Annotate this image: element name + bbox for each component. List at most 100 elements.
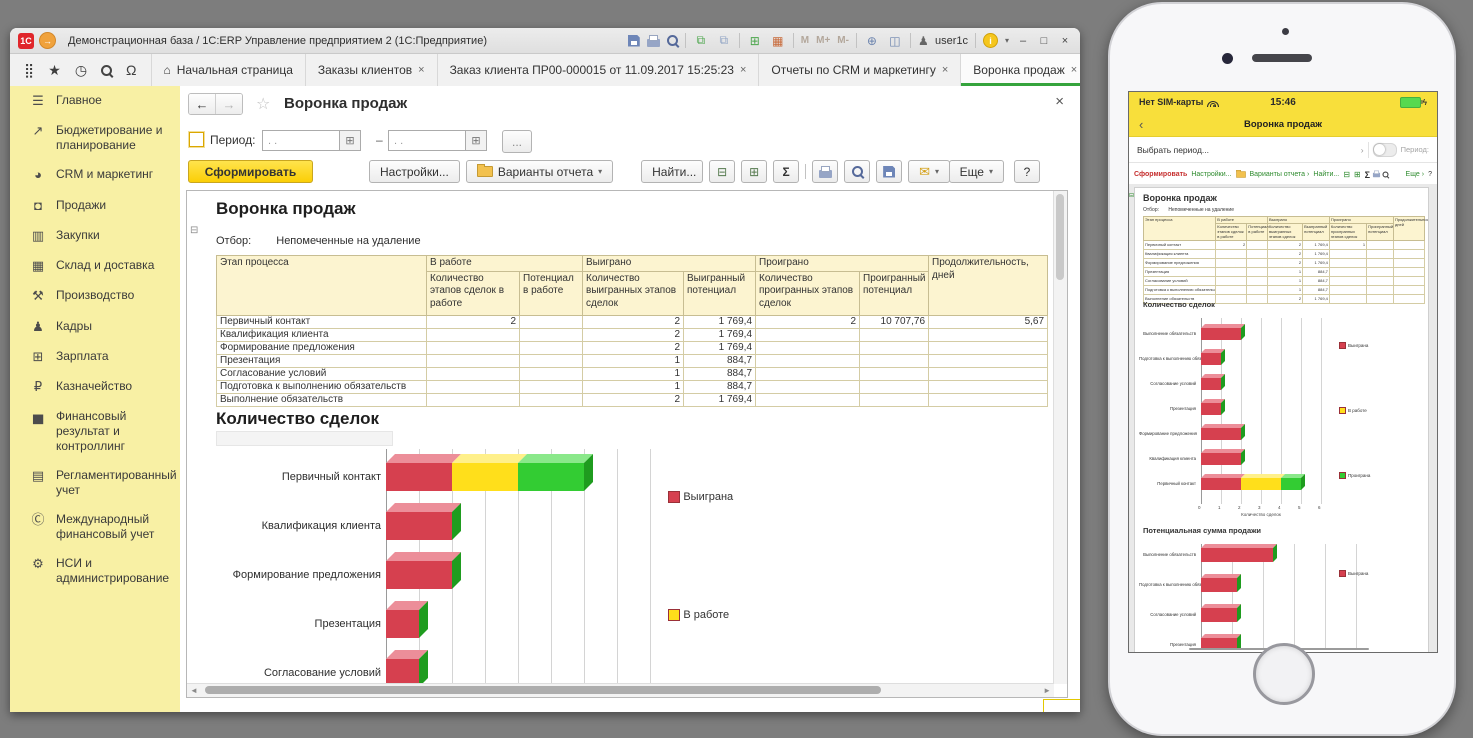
split-window-icon[interactable]: ◫ bbox=[887, 34, 903, 48]
save-icon[interactable] bbox=[628, 35, 640, 47]
table-row[interactable]: Презентация1884,7 bbox=[217, 354, 1048, 367]
period-toggle[interactable] bbox=[1373, 143, 1397, 157]
phone-variants-button[interactable]: Варианты отчета › bbox=[1250, 171, 1310, 178]
tab-close-icon[interactable]: × bbox=[418, 64, 424, 76]
back-button[interactable]: ← bbox=[189, 94, 215, 114]
scroll-right-icon[interactable]: ► bbox=[1043, 686, 1051, 695]
sidebar-item-8[interactable]: ⊞Зарплата bbox=[10, 342, 180, 372]
period-checkbox[interactable] bbox=[189, 132, 204, 147]
calculator-icon[interactable]: ⊞ bbox=[747, 34, 763, 48]
tab-close-icon[interactable]: × bbox=[740, 64, 746, 76]
phone-generate-button[interactable]: Сформировать bbox=[1134, 171, 1187, 178]
info-dropdown-icon[interactable]: ▾ bbox=[1005, 36, 1009, 45]
sidebar-item-5[interactable]: ▦Склад и доставка bbox=[10, 251, 180, 281]
period-from-calendar-icon[interactable]: ⊞ bbox=[340, 130, 361, 151]
tab-sales-funnel[interactable]: Воронка продаж × bbox=[961, 54, 1080, 86]
sidebar-item-4[interactable]: ▥Закупки bbox=[10, 221, 180, 251]
table-row[interactable]: Первичный контакт221 769,4210 707,765,67 bbox=[217, 315, 1048, 328]
bar-segment-Выиграна[interactable] bbox=[386, 610, 419, 638]
compare-files-icon[interactable]: ⧉ bbox=[716, 33, 732, 48]
phone-help-button[interactable]: ? bbox=[1428, 171, 1432, 178]
save-report-button[interactable] bbox=[876, 160, 902, 183]
phone-table-row[interactable]: Первичный контакт221 769,41 bbox=[1144, 240, 1425, 249]
bar-segment-Выиграна[interactable] bbox=[1201, 478, 1241, 490]
memory-mplus-button[interactable]: M+ bbox=[816, 35, 830, 46]
close-report-icon[interactable]: × bbox=[1055, 93, 1064, 110]
memory-m-button[interactable]: M bbox=[801, 35, 809, 46]
preview-icon[interactable] bbox=[1382, 171, 1388, 177]
preview-button[interactable] bbox=[844, 160, 870, 183]
settings-button[interactable]: Настройки... bbox=[369, 160, 460, 183]
print-button[interactable] bbox=[812, 160, 838, 183]
favorites-icon[interactable]: ★ bbox=[48, 62, 61, 79]
group-collapse-icon[interactable]: ⊟ bbox=[190, 225, 198, 236]
zoom-icon[interactable]: ⊕ bbox=[864, 34, 880, 48]
table-row[interactable]: Согласование условий1884,7 bbox=[217, 367, 1048, 380]
bar-segment-Проиграна[interactable] bbox=[518, 463, 584, 491]
info-icon[interactable]: i bbox=[983, 33, 998, 48]
tab-crm-reports[interactable]: Отчеты по CRM и маркетингу × bbox=[759, 54, 961, 86]
minimize-button[interactable]: – bbox=[1016, 35, 1030, 47]
sidebar-item-12[interactable]: ⒸМеждународный финансовый учет bbox=[10, 505, 180, 549]
send-mail-button[interactable]: ✉ ▾ bbox=[908, 160, 950, 183]
bar-segment-Выиграна[interactable] bbox=[386, 512, 452, 540]
phone-table-row[interactable]: Квалификация клиента21 769,4 bbox=[1144, 249, 1425, 258]
bar-segment-Выиграна[interactable] bbox=[1201, 328, 1241, 340]
bar-segment-В работе[interactable] bbox=[452, 463, 518, 491]
phone-more-button[interactable]: Еще › bbox=[1406, 171, 1425, 178]
period-options-button[interactable]: ... bbox=[502, 130, 532, 153]
sidebar-item-13[interactable]: ⚙НСИ и администрирование bbox=[10, 549, 180, 593]
expand-groups-button[interactable]: ⊞ bbox=[741, 160, 767, 183]
sidebar-item-0[interactable]: ☰Главное bbox=[10, 86, 180, 116]
bar-segment-Выиграна[interactable] bbox=[1201, 453, 1241, 465]
bar-segment-Проиграна[interactable] bbox=[1281, 478, 1301, 490]
bar-segment-Выиграна[interactable] bbox=[1201, 608, 1237, 622]
vertical-scrollbar[interactable] bbox=[1053, 191, 1067, 684]
totals-sigma-button[interactable]: Σ bbox=[773, 160, 799, 183]
sidebar-item-1[interactable]: ↗Бюджетирование и планирование bbox=[10, 116, 180, 160]
collapse-groups-button[interactable]: ⊟ bbox=[709, 160, 735, 183]
attach-file-icon[interactable]: ⧉ bbox=[693, 33, 709, 48]
print-icon[interactable] bbox=[1373, 172, 1380, 176]
find-button[interactable]: Найти... bbox=[641, 160, 703, 183]
home-button[interactable] bbox=[1253, 643, 1315, 705]
phone-find-button[interactable]: Найти... bbox=[1313, 171, 1339, 178]
bar-segment-Выиграна[interactable] bbox=[1201, 428, 1241, 440]
phone-table-row[interactable]: Подготовка к выполнению обязательств1884… bbox=[1144, 285, 1425, 294]
bar-segment-Выиграна[interactable] bbox=[1201, 403, 1221, 415]
phone-table-row[interactable]: Согласование условий1884,7 bbox=[1144, 276, 1425, 285]
phone-table-row[interactable]: Презентация1884,7 bbox=[1144, 267, 1425, 276]
maximize-button[interactable]: □ bbox=[1037, 35, 1051, 47]
phone-settings-button[interactable]: Настройки... bbox=[1191, 171, 1231, 178]
sidebar-item-11[interactable]: ▤Регламентированный учет bbox=[10, 461, 180, 505]
period-to-calendar-icon[interactable]: ⊞ bbox=[466, 130, 487, 151]
notifications-bell-icon[interactable]: Ω bbox=[126, 62, 136, 78]
print-icon[interactable] bbox=[647, 39, 660, 47]
collapse-groups-icon[interactable]: ⊟ bbox=[1343, 170, 1350, 179]
close-window-button[interactable]: × bbox=[1058, 35, 1072, 47]
memory-mminus-button[interactable]: M- bbox=[837, 35, 849, 46]
bar-segment-Выиграна[interactable] bbox=[1201, 578, 1237, 592]
history-icon[interactable]: ◷ bbox=[75, 62, 87, 79]
period-from-input[interactable]: . . bbox=[262, 130, 340, 151]
sidebar-item-9[interactable]: ₽Казначейство bbox=[10, 372, 180, 402]
sidebar-item-10[interactable]: ▅Финансовый результат и контроллинг bbox=[10, 402, 180, 461]
forward-button[interactable]: → bbox=[215, 94, 242, 114]
bar-segment-Выиграна[interactable] bbox=[1201, 548, 1273, 562]
apps-menu-icon[interactable]: ⣿ bbox=[24, 62, 34, 79]
performance-indicator[interactable] bbox=[1043, 699, 1080, 712]
more-button[interactable]: Еще▾ bbox=[949, 160, 1004, 183]
tab-close-icon[interactable]: × bbox=[942, 64, 948, 76]
sidebar-item-2[interactable]: ◕CRM и маркетинг bbox=[10, 160, 180, 190]
bar-segment-Выиграна[interactable] bbox=[386, 659, 419, 686]
bar-segment-Выиграна[interactable] bbox=[1201, 378, 1221, 390]
sigma-icon[interactable]: Σ bbox=[1365, 170, 1370, 180]
phone-period-row[interactable]: Выбрать период... › Период: bbox=[1129, 137, 1437, 163]
calendar-icon[interactable]: ▦ bbox=[770, 34, 786, 48]
table-row[interactable]: Формирование предложения21 769,4 bbox=[217, 341, 1048, 354]
bar-segment-В работе[interactable] bbox=[1241, 478, 1281, 490]
tab-customer-orders[interactable]: Заказы клиентов × bbox=[306, 54, 438, 86]
tab-start-page[interactable]: ⌂ Начальная страница bbox=[152, 54, 306, 86]
report-variants-button[interactable]: Варианты отчета ▾ bbox=[466, 160, 613, 183]
table-row[interactable]: Выполнение обязательств21 769,4 bbox=[217, 393, 1048, 406]
